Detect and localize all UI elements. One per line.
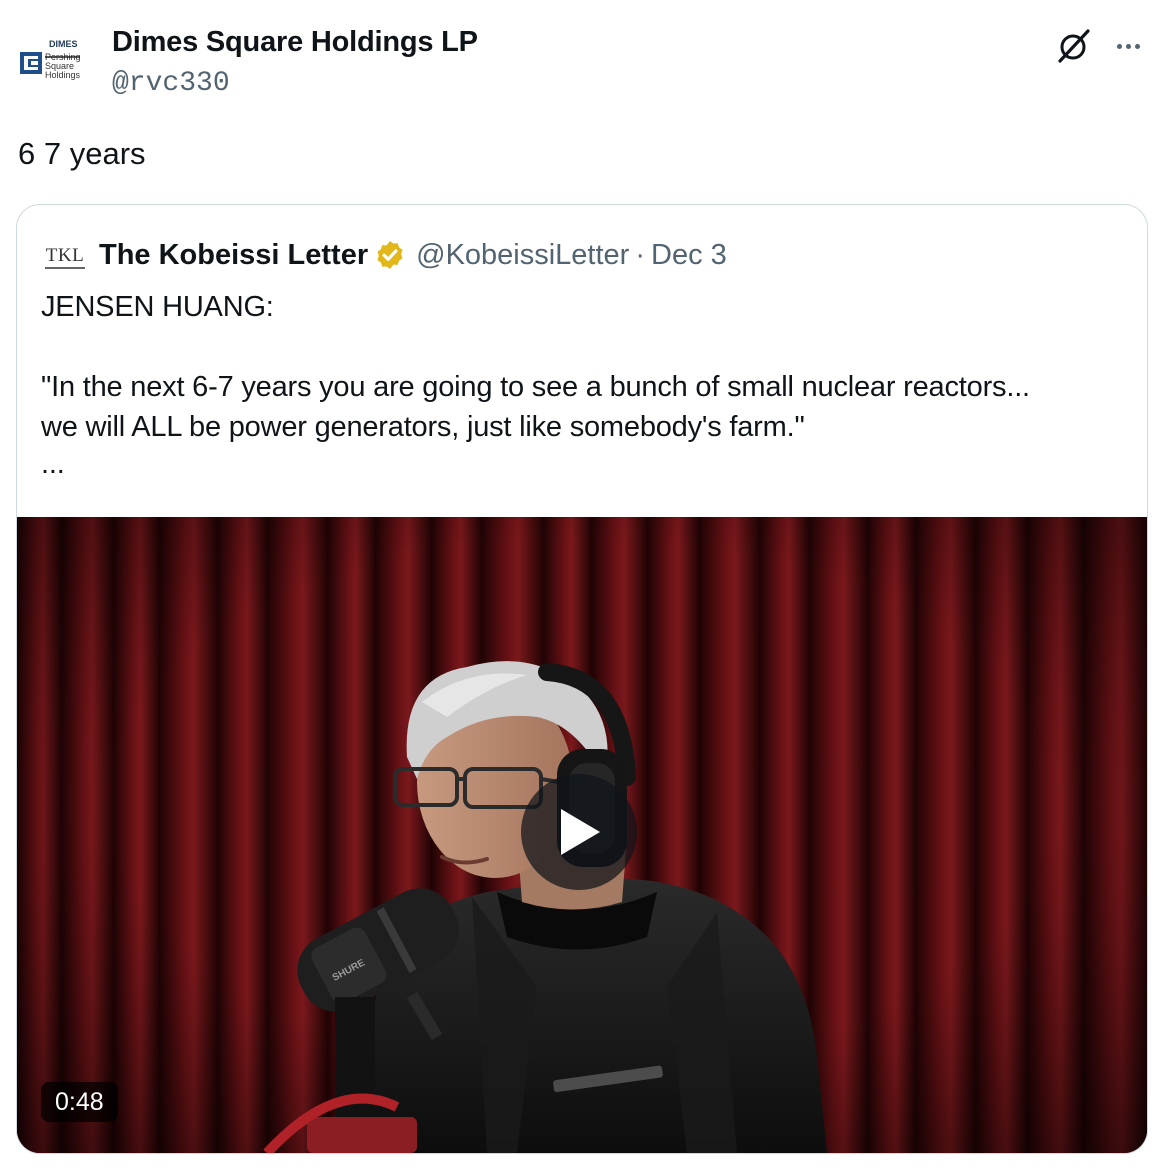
quoted-line-3: we will ALL be power generators, just li…: [41, 411, 805, 443]
quoted-author-handle[interactable]: @KobeissiLetter: [416, 239, 629, 272]
tweet[interactable]: DIMES Pershing Square Holdings Dimes Squ…: [0, 0, 1168, 1170]
more-icon[interactable]: [1108, 26, 1148, 66]
author-handle[interactable]: @rvc330: [112, 68, 230, 99]
tweet-text: 6 7 years: [18, 136, 146, 171]
play-button[interactable]: [521, 774, 637, 890]
author-name[interactable]: Dimes Square Holdings LP: [112, 26, 478, 59]
quoted-line-1: JENSEN HUANG:: [41, 291, 274, 323]
video-player[interactable]: SHURE 0:48: [17, 517, 1147, 1153]
grok-icon[interactable]: [1052, 24, 1096, 68]
quoted-date[interactable]: Dec 3: [651, 239, 727, 272]
quoted-avatar[interactable]: TKL: [41, 233, 89, 281]
quoted-line-2: "In the next 6-7 years you are going to …: [41, 371, 1030, 403]
quoted-author-name[interactable]: The Kobeissi Letter: [99, 239, 368, 272]
logo-holdings-text: Holdings: [45, 70, 81, 80]
verified-badge-icon: [377, 241, 403, 269]
quoted-avatar-text: TKL: [45, 244, 85, 266]
quoted-text: JENSEN HUANG: "In the next 6-7 years you…: [41, 287, 1131, 481]
logo-dimes-text: DIMES: [49, 39, 78, 49]
quoted-header: The Kobeissi Letter @KobeissiLetter · De…: [99, 235, 727, 275]
play-icon: [561, 809, 600, 855]
dimes-logo: DIMES Pershing Square Holdings: [20, 39, 81, 80]
author-avatar[interactable]: DIMES Pershing Square Holdings: [18, 22, 98, 102]
quoted-more: ...: [41, 448, 65, 480]
video-duration: 0:48: [41, 1082, 118, 1122]
quoted-tweet[interactable]: TKL The Kobeissi Letter @KobeissiLetter …: [16, 204, 1148, 1154]
separator-dot: ·: [635, 238, 646, 271]
